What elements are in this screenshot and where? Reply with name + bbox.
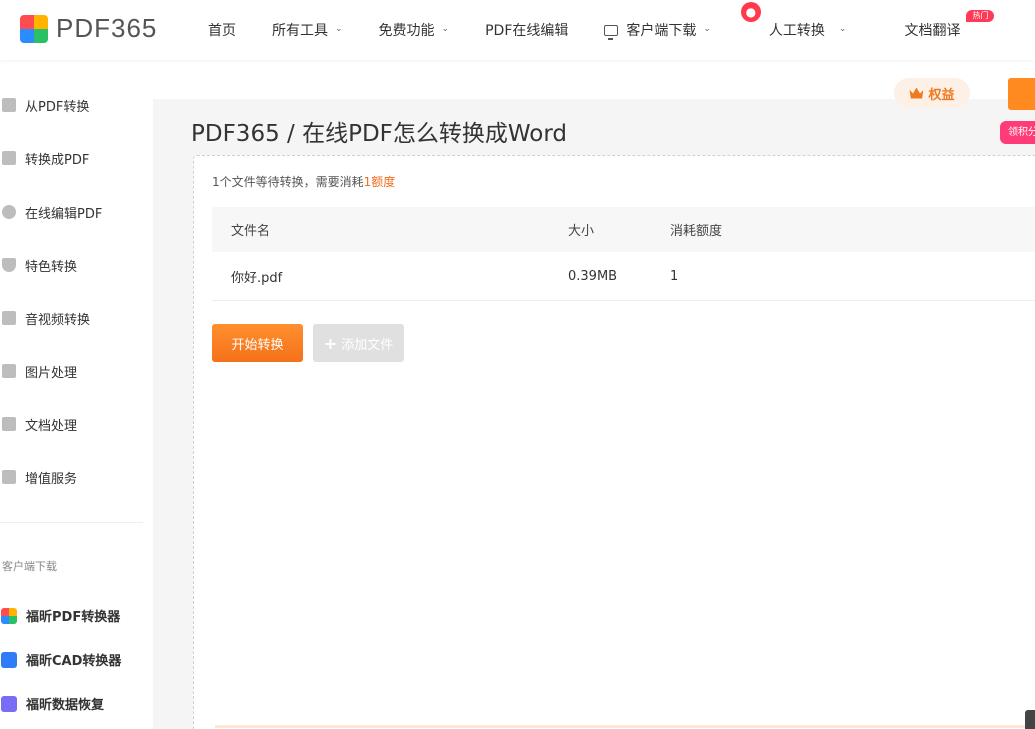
nav-online-edit-label: PDF在线编辑	[485, 23, 569, 39]
main-nav: 首页 所有工具 ⌄ 免费功能 ⌄ PDF在线编辑 客户端下载 ⌄ ● 人工转换 …	[190, 0, 995, 60]
sidebar-item-value-added[interactable]: 增值服务	[0, 467, 153, 487]
logo[interactable]: PDF365	[20, 13, 157, 44]
page-title: PDF365 / 在线PDF怎么转换成Word	[191, 121, 568, 147]
sidebar-item-document[interactable]: 文档处理	[0, 414, 153, 434]
sidebar-section-title: 客户端下载	[2, 560, 57, 573]
pdf-converter-app-icon	[1, 607, 17, 624]
notice-quota: 1额度	[363, 175, 396, 189]
sidebar-item-label: 音视频转换	[25, 312, 91, 328]
sidebar-item-label: 从PDF转换	[25, 99, 90, 115]
sidebar-item-label: 文档处理	[25, 418, 78, 434]
top-navigation-bar: PDF365 首页 所有工具 ⌄ 免费功能 ⌄ PDF在线编辑 客户端下载 ⌄ …	[0, 0, 1035, 60]
plus-icon: +	[323, 333, 338, 353]
app-data-recovery[interactable]: 福昕数据恢复	[0, 694, 104, 713]
sidebar-item-special-convert[interactable]: 特色转换	[0, 255, 153, 275]
sidebar-item-label: 增值服务	[25, 471, 78, 487]
column-header-size: 大小	[568, 224, 595, 239]
nav-all-tools-label: 所有工具	[272, 23, 328, 39]
chevron-down-icon: ⌄	[703, 24, 711, 34]
sidebar-item-label: 图片处理	[25, 365, 78, 381]
chevron-down-icon: ⌄	[441, 24, 450, 34]
app-cad-converter[interactable]: 福昕CAD转换器	[0, 650, 121, 669]
app-label: 福昕CAD转换器	[26, 654, 122, 669]
nav-all-tools[interactable]: 所有工具 ⌄	[272, 20, 343, 40]
corner-widget[interactable]	[1025, 710, 1035, 729]
app-label: 福昕PDF转换器	[26, 610, 121, 625]
nav-manual-convert-label: 人工转换	[768, 23, 825, 39]
to-pdf-icon	[2, 151, 16, 165]
hot-badge: 热门	[966, 10, 995, 22]
nav-free-features-label: 免费功能	[378, 23, 435, 39]
sidebar-item-label: 特色转换	[25, 259, 78, 275]
app-pdf-converter[interactable]: 福昕PDF转换器	[0, 606, 120, 625]
file-name: 你好.pdf	[231, 271, 283, 286]
file-size: 0.39MB	[568, 269, 618, 284]
media-icon	[2, 311, 16, 325]
column-header-filename: 文件名	[231, 224, 271, 239]
sidebar-item-from-pdf[interactable]: 从PDF转换	[0, 95, 153, 115]
list-icon	[2, 470, 16, 484]
chevron-down-icon: ⌄	[335, 24, 343, 34]
conversion-card: 1个文件等待转换，需要消耗1额度 文件名 大小 消耗额度 你好.pdf 0.39…	[193, 155, 1035, 729]
add-file-label: 添加文件	[341, 337, 394, 353]
logo-mark-icon	[20, 14, 48, 43]
data-recovery-app-icon	[1, 695, 17, 712]
shield-icon	[2, 258, 16, 272]
fire-icon: ●	[740, 2, 761, 22]
file-table-header: 文件名 大小 消耗额度	[212, 207, 1035, 252]
add-file-button[interactable]: + 添加文件	[313, 324, 404, 362]
crown-icon	[909, 87, 924, 99]
logo-text: PDF365	[56, 13, 158, 43]
sidebar-divider	[0, 522, 143, 523]
file-cost: 1	[670, 269, 679, 284]
edit-pdf-icon	[2, 205, 16, 219]
sidebar-item-media-convert[interactable]: 音视频转换	[0, 308, 153, 328]
points-side-tab[interactable]: 领积分	[1000, 121, 1035, 144]
image-icon	[2, 364, 16, 378]
chevron-down-icon: ⌄	[838, 24, 847, 34]
nav-online-edit[interactable]: PDF在线编辑	[485, 20, 568, 40]
cad-converter-app-icon	[1, 651, 17, 668]
sidebar-item-image[interactable]: 图片处理	[0, 361, 153, 381]
sidebar-item-label: 在线编辑PDF	[25, 206, 103, 222]
sidebar-item-to-pdf[interactable]: 转换成PDF	[0, 148, 153, 168]
column-header-cost: 消耗额度	[670, 224, 723, 239]
nav-home[interactable]: 首页	[208, 20, 236, 40]
nav-client-download[interactable]: 客户端下载 ⌄	[604, 20, 711, 40]
pdf-convert-icon	[2, 98, 16, 112]
benefits-label: 权益	[928, 87, 955, 103]
start-convert-button[interactable]: 开始转换	[212, 324, 303, 362]
notice-text: 1个文件等待转换，需要消耗	[212, 175, 364, 189]
app-label: 福昕数据恢复	[26, 698, 105, 713]
nav-doc-translate-label: 文档翻译	[904, 23, 961, 39]
bottom-accent-line	[215, 725, 1035, 728]
orange-side-tab[interactable]	[1008, 78, 1035, 110]
sidebar-item-label: 转换成PDF	[25, 152, 90, 168]
nav-doc-translate[interactable]: 文档翻译 热门	[904, 10, 995, 40]
nav-manual-convert[interactable]: ● 人工转换 ⌄	[740, 2, 847, 40]
monitor-icon	[604, 24, 619, 40]
sidebar: 从PDF转换 转换成PDF 在线编辑PDF 特色转换 音视频转换 图片处理 文档…	[0, 60, 153, 729]
sidebar-item-edit-pdf[interactable]: 在线编辑PDF	[0, 202, 153, 222]
nav-client-download-label: 客户端下载	[626, 23, 697, 39]
document-icon	[2, 417, 16, 431]
table-row: 你好.pdf 0.39MB 1	[212, 253, 1035, 301]
nav-home-label: 首页	[208, 23, 236, 39]
benefits-button[interactable]: 权益	[894, 78, 970, 108]
pending-notice: 1个文件等待转换，需要消耗1额度	[212, 173, 395, 190]
nav-free-features[interactable]: 免费功能 ⌄	[379, 20, 450, 40]
